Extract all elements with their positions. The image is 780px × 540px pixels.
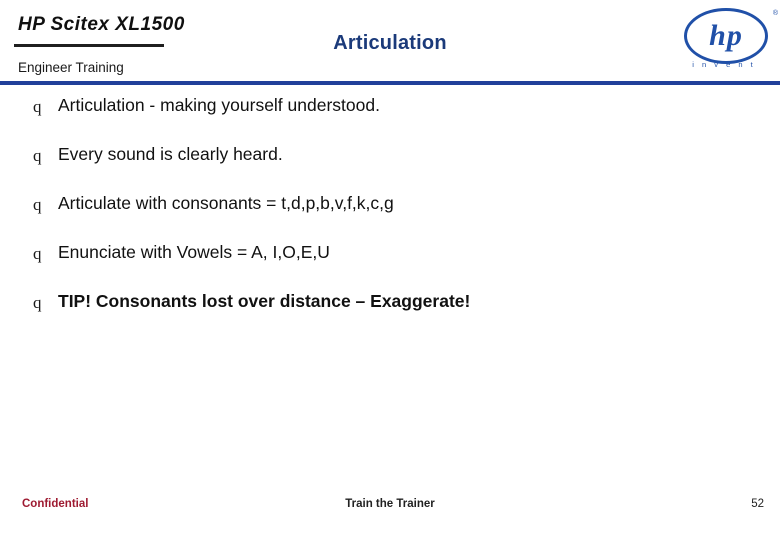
list-item: q Enunciate with Vowels = A, I,O,E,U [0, 240, 780, 289]
bullet-marker-icon: q [33, 293, 42, 312]
bullet-marker-icon: q [33, 244, 42, 263]
list-item-label: Articulate with consonants = t,d,p,b,v,f… [58, 193, 394, 213]
list-item-label: Every sound is clearly heard. [58, 144, 283, 164]
list-item: q Every sound is clearly heard. [0, 142, 780, 191]
hp-logo-oval: hp [684, 8, 768, 64]
list-item: q Articulation - making yourself underst… [0, 93, 780, 142]
list-item: q TIP! Consonants lost over distance – E… [0, 289, 780, 338]
footer-title: Train the Trainer [345, 498, 435, 510]
bullet-marker-icon: q [33, 195, 42, 214]
slide: HP Scitex XL1500 Engineer Training Artic… [0, 0, 780, 540]
bullet-list: q Articulation - making yourself underst… [0, 93, 780, 338]
hp-logo-letters: hp [709, 19, 743, 52]
bullet-marker-icon: q [33, 97, 42, 116]
hp-logo: hp ® i n v e n t [672, 0, 780, 81]
list-item-label: TIP! Consonants lost over distance – Exa… [58, 291, 471, 311]
list-item-label: Enunciate with Vowels = A, I,O,E,U [58, 242, 330, 262]
hp-logo-tagline: i n v e n t [692, 60, 756, 69]
slide-footer: Confidential Train the Trainer 52 [0, 488, 780, 540]
page-title: Articulation [333, 32, 447, 54]
page-number: 52 [751, 498, 764, 510]
brand-subtitle: Engineer Training [18, 60, 124, 75]
header-divider [0, 81, 780, 85]
list-item: q Articulate with consonants = t,d,p,b,v… [0, 191, 780, 240]
bullet-marker-icon: q [33, 146, 42, 165]
registered-trademark-icon: ® [772, 10, 778, 17]
slide-header: HP Scitex XL1500 Engineer Training Artic… [0, 0, 780, 85]
list-item-label: Articulation - making yourself understoo… [58, 95, 380, 115]
